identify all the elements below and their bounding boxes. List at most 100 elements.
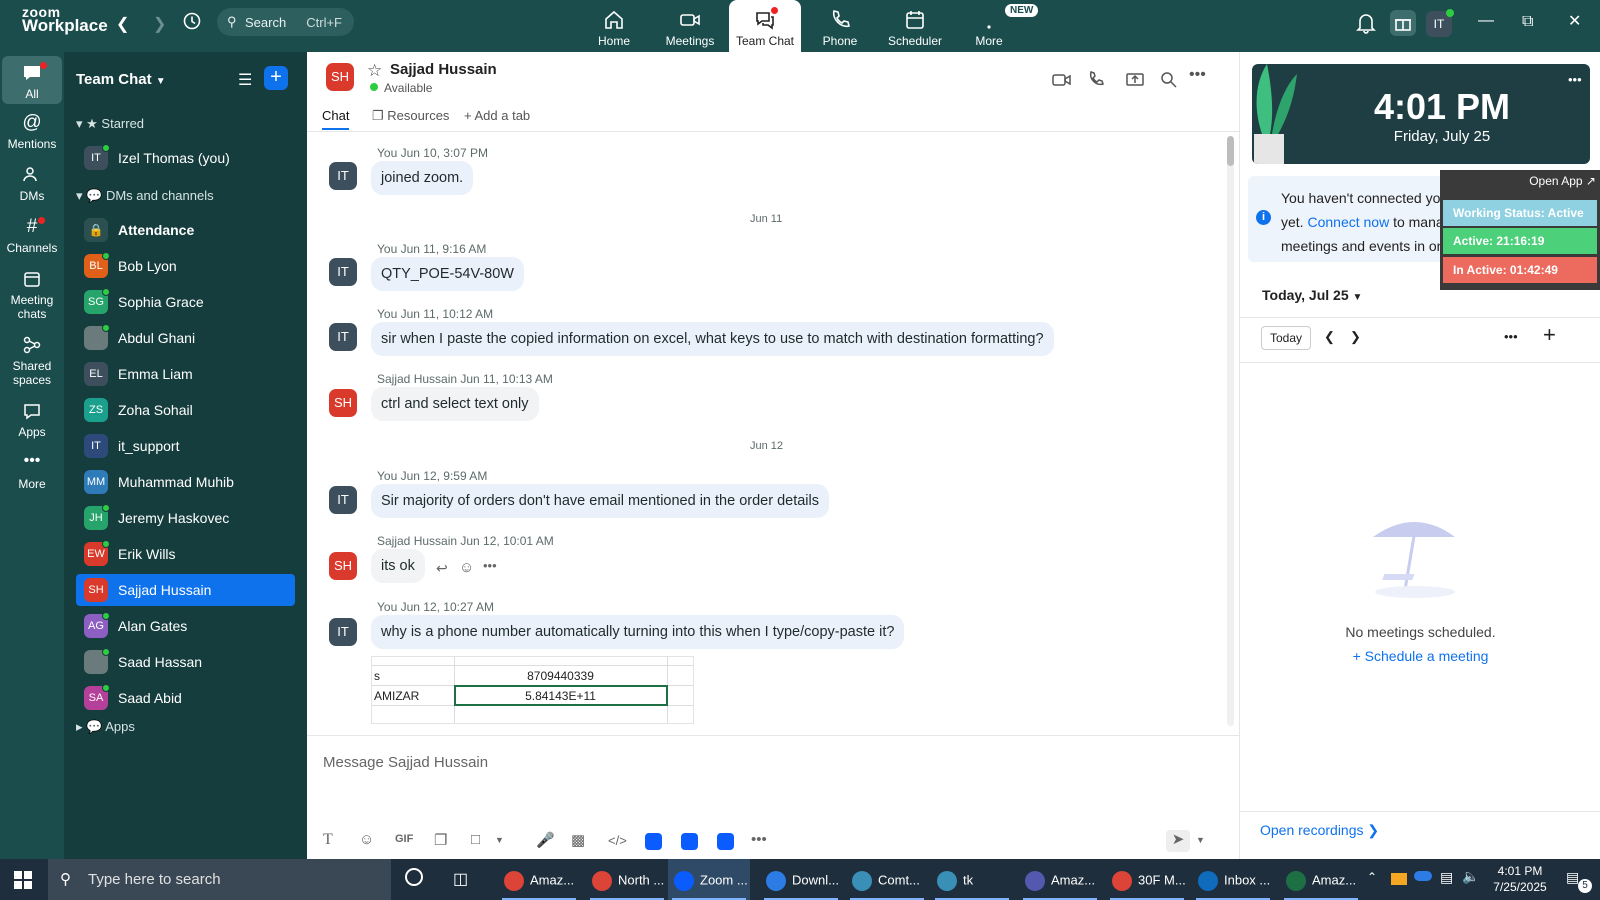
message-bubble[interactable]: sir when I paste the copied information … xyxy=(371,322,1054,356)
star-icon[interactable]: ☆ xyxy=(367,61,382,81)
avatar[interactable]: IT xyxy=(329,162,357,190)
today-heading[interactable]: Today, Jul 25 ▼ xyxy=(1262,287,1362,303)
new-chat-button[interactable]: + xyxy=(264,66,288,90)
code-snippet-icon[interactable]: </> xyxy=(608,833,627,848)
connect-now-link[interactable]: Connect now xyxy=(1307,214,1389,230)
taskbar-clock[interactable]: 4:01 PM 7/25/2025 xyxy=(1485,863,1555,895)
task-view-icon[interactable]: ◫ xyxy=(453,869,468,889)
tab-home[interactable]: Home xyxy=(578,0,650,52)
rail-dms[interactable]: DMs xyxy=(2,164,62,203)
message-bubble[interactable]: ctrl and select text only xyxy=(371,387,539,421)
emoji-react-icon[interactable]: ☺ xyxy=(459,559,474,576)
taskbar-app[interactable]: Amaz... xyxy=(1019,859,1101,900)
more-options-icon[interactable]: ••• xyxy=(1189,66,1206,84)
more-dots-icon[interactable]: ••• xyxy=(751,831,767,848)
tab-phone[interactable]: Phone xyxy=(804,0,876,52)
cortana-icon[interactable] xyxy=(405,868,423,886)
widget-more-icon[interactable]: ••• xyxy=(1568,72,1582,87)
sidebar-item-it-support[interactable]: IT it_support xyxy=(76,430,295,462)
open-recordings-link[interactable]: Open recordings ❯ xyxy=(1260,822,1379,839)
message-bubble[interactable]: its ok xyxy=(371,549,425,583)
send-options-chevron-icon[interactable]: ▼ xyxy=(1196,835,1205,845)
text-format-icon[interactable]: T xyxy=(323,831,333,849)
minimize-icon[interactable]: — xyxy=(1478,12,1494,30)
taskbar-app[interactable]: North ... xyxy=(586,859,668,900)
gif-button[interactable]: GIF xyxy=(395,833,413,845)
phone-call-icon[interactable] xyxy=(1087,70,1107,90)
tab-more[interactable]: NEW More xyxy=(953,0,1039,52)
taskbar-app[interactable]: Downl... xyxy=(760,859,842,900)
message-input[interactable]: Message Sajjad Hussain xyxy=(323,754,488,771)
sidebar-item-bob-lyon[interactable]: BL Bob Lyon xyxy=(76,250,295,282)
forward-arrow-icon[interactable]: ❯ xyxy=(153,14,166,34)
taskbar-app[interactable]: Inbox ... xyxy=(1192,859,1274,900)
chevron-down-icon[interactable]: ▼ xyxy=(495,835,504,845)
sidebar-item-emma-liam[interactable]: EL Emma Liam xyxy=(76,358,295,390)
whiteboard-app-icon[interactable] xyxy=(681,833,698,850)
video-call-icon[interactable] xyxy=(1052,70,1072,90)
chat-scrollbar[interactable] xyxy=(1227,136,1234,726)
sidebar-item-zoha-sohail[interactable]: ZS Zoha Sohail xyxy=(76,394,295,426)
previous-day-icon[interactable]: ❮ xyxy=(1324,329,1335,345)
sidebar-item-attendance[interactable]: 🔒 Attendance xyxy=(76,214,295,246)
sidebar-item-alan-gates[interactable]: AG Alan Gates xyxy=(76,610,295,642)
avatar[interactable]: IT xyxy=(329,258,357,286)
rail-more[interactable]: ••• More xyxy=(2,452,62,491)
tab-meetings[interactable]: Meetings xyxy=(654,0,726,52)
schedule-meeting-link[interactable]: + Schedule a meeting xyxy=(1240,648,1600,664)
search-icon[interactable] xyxy=(1159,70,1179,90)
starred-section[interactable]: ▾ ★ Starred xyxy=(76,116,144,132)
today-button[interactable]: Today xyxy=(1261,326,1311,350)
sidebar-item-saad-hassan[interactable]: Saad Hassan xyxy=(76,646,295,678)
onedrive-icon[interactable] xyxy=(1414,871,1432,881)
contact-name[interactable]: Sajjad Hussain xyxy=(390,61,497,78)
message-bubble[interactable]: QTY_POE-54V-80W xyxy=(371,257,524,291)
tray-chevron-icon[interactable]: ⌃ xyxy=(1367,870,1377,884)
avatar[interactable]: IT xyxy=(329,323,357,351)
add-tab-button[interactable]: + Add a tab xyxy=(464,108,530,123)
calendar-more-icon[interactable]: ••• xyxy=(1504,329,1518,344)
filter-icon[interactable]: ☰ xyxy=(238,70,252,90)
file-icon[interactable]: ❐ xyxy=(434,831,447,849)
tab-chat[interactable]: Chat xyxy=(322,108,349,123)
emoji-icon[interactable]: ☺ xyxy=(359,831,374,848)
message-more-icon[interactable]: ••• xyxy=(483,558,497,573)
message-bubble[interactable]: joined zoom. xyxy=(371,161,474,195)
avatar[interactable]: IT xyxy=(329,486,357,514)
sidebar-item-muhammad-muhib[interactable]: MM Muhammad Muhib xyxy=(76,466,295,498)
microphone-icon[interactable]: 🎤 xyxy=(536,831,555,849)
close-icon[interactable]: ✕ xyxy=(1568,11,1581,31)
avatar[interactable]: SH xyxy=(329,389,357,417)
windows-start-icon[interactable] xyxy=(14,871,32,889)
send-icon[interactable]: ➤ xyxy=(1166,830,1190,852)
sidebar-item-saad-abid[interactable]: SA Saad Abid xyxy=(76,682,295,714)
rail-all[interactable]: All xyxy=(2,56,62,104)
taskbar-search[interactable]: ⚲ Type here to search xyxy=(48,859,391,900)
dms-section[interactable]: ▾ 💬 DMs and channels xyxy=(76,188,214,204)
avatar[interactable]: IT xyxy=(1426,9,1454,37)
mail-tray-icon[interactable] xyxy=(1391,873,1407,885)
avatar[interactable]: IT xyxy=(329,618,357,646)
search-input[interactable]: ⚲ Search Ctrl+F xyxy=(217,8,354,36)
sidebar-item-izel-thomas[interactable]: IT Izel Thomas (you) xyxy=(76,142,295,174)
gift-icon[interactable] xyxy=(1390,10,1416,36)
contact-avatar[interactable]: SH xyxy=(326,63,354,91)
sidebar-item-abdul-ghani[interactable]: Abdul Ghani xyxy=(76,322,295,354)
rail-channels[interactable]: # Channels xyxy=(2,216,62,255)
screenshot-icon[interactable]: □ xyxy=(471,831,480,848)
taskbar-app[interactable]: Amaz... xyxy=(498,859,580,900)
taskbar-app[interactable]: Zoom ... xyxy=(668,859,750,900)
reply-icon[interactable]: ↩ xyxy=(436,560,448,577)
message-bubble[interactable]: Sir majority of orders don't have email … xyxy=(371,484,829,518)
back-arrow-icon[interactable]: ❮ xyxy=(116,14,129,34)
sidebar-item-sophia-grace[interactable]: SG Sophia Grace xyxy=(76,286,295,318)
apps-section[interactable]: ▸ 💬 Apps xyxy=(76,719,135,735)
taskbar-app[interactable]: Comt... xyxy=(846,859,928,900)
volume-icon[interactable]: 🔈 xyxy=(1462,868,1479,885)
history-icon[interactable] xyxy=(182,11,202,31)
open-app-button[interactable]: Open App ↗ xyxy=(1529,174,1596,188)
next-day-icon[interactable]: ❯ xyxy=(1350,329,1361,345)
rail-shared-spaces[interactable]: Shared spaces xyxy=(2,334,62,387)
restore-icon[interactable]: ⧉ xyxy=(1522,13,1533,31)
zoom-app-icon[interactable] xyxy=(645,833,662,850)
